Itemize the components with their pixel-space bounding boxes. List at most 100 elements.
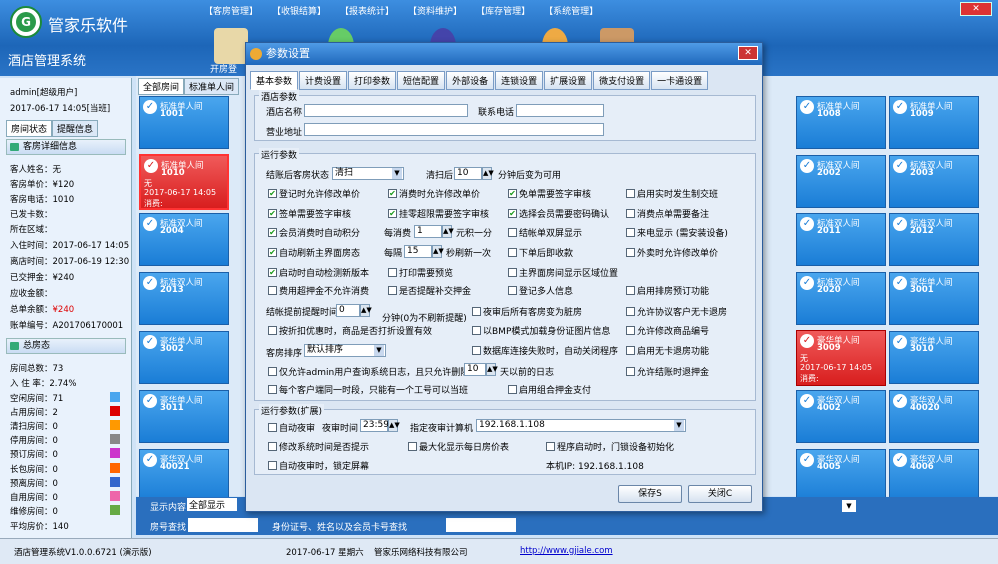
opt-checkbox[interactable]: 以BMP模式加载身份证图片信息 — [472, 324, 610, 337]
show-content-select[interactable]: 全部显示 — [187, 498, 237, 511]
room-card[interactable]: ✓ 标准单人间 1001 — [139, 96, 229, 149]
menu-data[interactable]: 【资料维护】 — [404, 2, 466, 20]
clean-minutes-spinner[interactable]: ▲▼ — [482, 167, 494, 180]
room-card[interactable]: ✓ 标准双人间 2020 — [796, 272, 886, 325]
log-days-spinner[interactable]: ▲▼ — [486, 363, 498, 376]
opt-checkbox[interactable]: 选择会员需要密码确认 — [508, 207, 609, 220]
tab-extend[interactable]: 扩展设置 — [544, 71, 593, 90]
clean-minutes-input[interactable]: 10 — [454, 167, 482, 180]
room-card[interactable]: ✓ 标准双人间 2013 — [139, 272, 229, 325]
opt-checkbox[interactable]: 外卖时允许修改单价 — [626, 246, 718, 259]
after-checkout-select[interactable]: 清扫 — [332, 167, 404, 180]
opt-checkbox[interactable]: 是否提醒补交押金 — [388, 284, 471, 297]
opt-checkbox[interactable]: 登记多人信息 — [508, 284, 573, 297]
room-card[interactable]: ✓ 豪华单人间 3011 — [139, 390, 229, 443]
tab-billing[interactable]: 计费设置 — [299, 71, 348, 90]
tab-sms[interactable]: 短信配置 — [397, 71, 446, 90]
opt-checkbox[interactable]: 自动刷新主界面房态 — [268, 246, 360, 259]
room-card[interactable]: ✓ 豪华单人间 3010 — [889, 331, 979, 384]
save-button[interactable]: 保存S — [618, 485, 682, 503]
room-card[interactable]: ✓ 标准单人间 1010 无 2017-06-17 14:05 消费: — [139, 154, 229, 210]
ext-checkbox[interactable]: 自动夜审时，锁定屏幕 — [268, 459, 369, 472]
tab-all-rooms[interactable]: 全部房间 — [138, 78, 185, 95]
remind-input[interactable]: 0 — [336, 304, 360, 317]
opt-checkbox[interactable]: 夜审后所有客房变为脏房 — [472, 305, 582, 318]
night-time-input[interactable]: 23:59 — [360, 419, 389, 432]
id-search-input[interactable] — [446, 518, 516, 532]
close-window-button[interactable]: ✕ — [960, 2, 992, 16]
log-days-input[interactable]: 10 — [464, 363, 486, 376]
room-card[interactable]: ✓ 豪华单人间 3009 无 2017-06-17 14:05 消费: — [796, 330, 886, 386]
open-room-icon[interactable] — [214, 28, 248, 64]
room-card[interactable]: ✓ 豪华双人间 4005 — [796, 449, 886, 502]
opt-checkbox[interactable]: 来电显示 (需安装设备) — [626, 226, 728, 239]
opt-checkbox[interactable]: 会员消费时自动积分 — [268, 226, 360, 239]
auto-night-checkbox[interactable]: 自动夜审 — [268, 421, 315, 434]
opt-checkbox[interactable]: 消费点单需要备注 — [626, 207, 709, 220]
opt-checkbox[interactable]: 数据库连接失败时，自动关闭程序 — [472, 344, 618, 357]
every-input[interactable]: 15 — [404, 245, 432, 258]
tab-print[interactable]: 打印参数 — [348, 71, 397, 90]
room-card[interactable]: ✓ 标准双人间 2003 — [889, 155, 979, 208]
room-card[interactable]: ✓ 豪华双人间 40021 — [139, 449, 229, 502]
menu-checkout[interactable]: 【收银结算】 — [268, 2, 330, 20]
opt-checkbox[interactable]: 费用超押金不允许消费 — [268, 284, 369, 297]
per-consume-spinner[interactable]: ▲▼ — [442, 225, 454, 238]
opt-checkbox[interactable]: 下单后即收款 — [508, 246, 573, 259]
menu-system[interactable]: 【系统管理】 — [540, 2, 602, 20]
room-card[interactable]: ✓ 标准双人间 2002 — [796, 155, 886, 208]
opt-checkbox[interactable]: 主界面房间显示区域位置 — [508, 266, 618, 279]
remind-spinner[interactable]: ▲▼ — [360, 304, 372, 317]
opt-checkbox[interactable]: 挂零超限需要签字审核 — [388, 207, 489, 220]
opt-checkbox[interactable]: 消费时允许修改单价 — [388, 187, 480, 200]
close-button[interactable]: 关闭C — [688, 485, 752, 503]
tab-micropay[interactable]: 微支付设置 — [593, 71, 651, 90]
phone-input[interactable] — [516, 104, 604, 117]
room-card[interactable]: ✓ 标准单人间 1008 — [796, 96, 886, 149]
opt-checkbox[interactable]: 启动时自动检测新版本 — [268, 266, 369, 279]
room-card[interactable]: ✓ 豪华双人间 4006 — [889, 449, 979, 502]
opt-checkbox[interactable]: 打印需要预览 — [388, 266, 453, 279]
opt-checkbox[interactable]: 结帐单双屏显示 — [508, 226, 582, 239]
tab-chain[interactable]: 连锁设置 — [495, 71, 544, 90]
room-card[interactable]: ✓ 标准双人间 2011 — [796, 213, 886, 266]
tab-standard-single[interactable]: 标准单人间 — [184, 78, 240, 95]
opt-checkbox[interactable]: 启用组合押金支付 — [508, 383, 591, 396]
opt-checkbox[interactable]: 允许修改商品编号 — [626, 324, 709, 337]
per-consume-input[interactable]: 1 — [414, 225, 442, 238]
room-card[interactable]: ✓ 豪华单人间 3001 — [889, 272, 979, 325]
opt-checkbox[interactable]: 按折扣优惠时，商品是否打折设置有效 — [268, 324, 432, 337]
dialog-close-icon[interactable]: ✕ — [738, 46, 758, 60]
room-card[interactable]: ✓ 豪华单人间 3002 — [139, 331, 229, 384]
tab-room-status[interactable]: 房间状态 — [6, 120, 53, 137]
ext-checkbox[interactable]: 程序启动时，门锁设备初始化 — [546, 440, 674, 453]
status-url-link[interactable]: http://www.gjiale.com — [520, 546, 613, 556]
night-pc-select[interactable]: 192.168.1.108 — [476, 419, 686, 432]
room-card[interactable]: ✓ 标准双人间 2004 — [139, 213, 229, 266]
tab-reminders[interactable]: 提醒信息 — [52, 120, 99, 137]
ext-checkbox[interactable]: 最大化显示每日房价表 — [408, 440, 509, 453]
hotel-name-input[interactable] — [304, 104, 468, 117]
tab-basic[interactable]: 基本参数 — [250, 71, 299, 90]
opt-checkbox[interactable]: 每个客户端同一时段，只能有一个工号可以当班 — [268, 383, 468, 396]
opt-checkbox[interactable]: 仅允许admin用户查询系统日志，且只允许删除 — [268, 365, 469, 378]
night-time-spinner[interactable]: ▲▼ — [388, 419, 400, 432]
ext-checkbox[interactable]: 修改系统时间是否提示 — [268, 440, 369, 453]
opt-checkbox[interactable]: 签单需要签字审核 — [268, 207, 351, 220]
opt-checkbox[interactable]: 启用无卡退房功能 — [626, 344, 709, 357]
room-sort-select[interactable]: 默认排序 — [304, 344, 386, 357]
opt-checkbox[interactable]: 允许协议客户无卡退房 — [626, 305, 727, 318]
opt-checkbox[interactable]: 登记时允许修改单价 — [268, 187, 360, 200]
room-card[interactable]: ✓ 豪华双人间 4002 — [796, 390, 886, 443]
menu-room[interactable]: 【客房管理】 — [200, 2, 262, 20]
room-search-input[interactable] — [188, 518, 258, 532]
tab-card[interactable]: 一卡通设置 — [651, 71, 709, 90]
opt-checkbox[interactable]: 启用实时发生制交班 — [626, 187, 718, 200]
tab-device[interactable]: 外部设备 — [446, 71, 495, 90]
room-card[interactable]: ✓ 标准双人间 2012 — [889, 213, 979, 266]
opt-checkbox[interactable]: 启用排房预订功能 — [626, 284, 709, 297]
address-input[interactable] — [304, 123, 604, 136]
scroll-down-icon[interactable]: ▼ — [842, 500, 856, 512]
opt-checkbox[interactable]: 免单需要签字审核 — [508, 187, 591, 200]
opt-checkbox[interactable]: 允许结账时退押金 — [626, 365, 709, 378]
